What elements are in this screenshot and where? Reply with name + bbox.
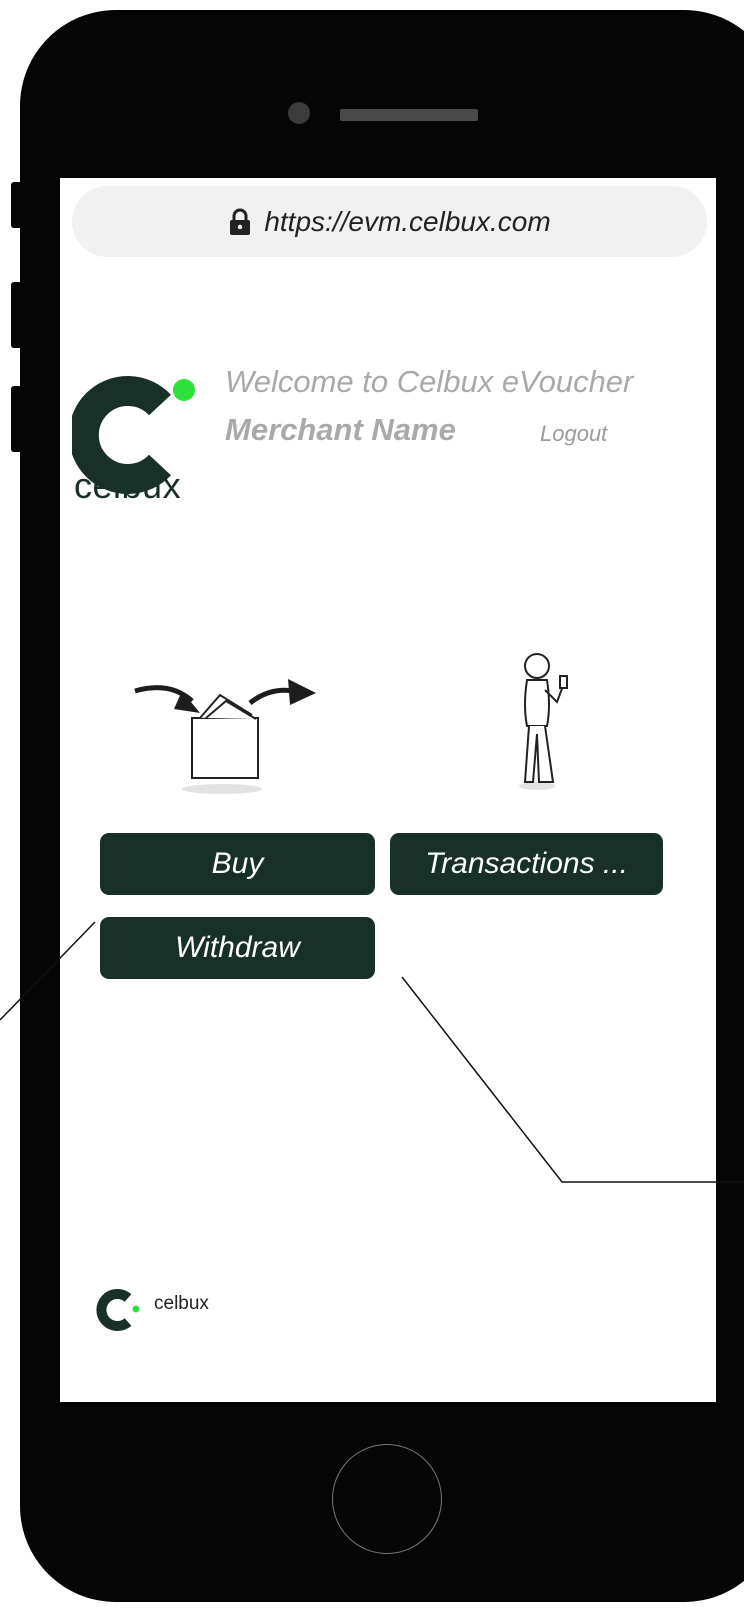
address-bar[interactable]: https://evm.celbux.com xyxy=(72,186,707,257)
withdraw-button[interactable]: Withdraw xyxy=(100,917,375,979)
celbux-logo-text: celbux xyxy=(74,465,182,506)
transactions-button[interactable]: Transactions ... xyxy=(390,833,663,895)
logout-link[interactable]: Logout xyxy=(540,421,607,447)
phone-screen: https://evm.celbux.com celbux Welcome to… xyxy=(60,178,716,1402)
wallet-illustration xyxy=(134,679,316,794)
merchant-name: Merchant Name xyxy=(225,412,456,447)
welcome-text: Welcome to Celbux eVoucher xyxy=(225,364,634,399)
person-phone-illustration xyxy=(519,653,568,790)
url-text[interactable]: https://evm.celbux.com xyxy=(264,206,550,238)
footer-logo-text: celbux xyxy=(154,1293,209,1314)
home-button[interactable] xyxy=(332,1444,442,1554)
earpiece-speaker xyxy=(340,109,478,121)
front-camera xyxy=(288,102,310,124)
buy-button[interactable]: Buy xyxy=(100,833,375,895)
lock-icon xyxy=(230,208,251,235)
